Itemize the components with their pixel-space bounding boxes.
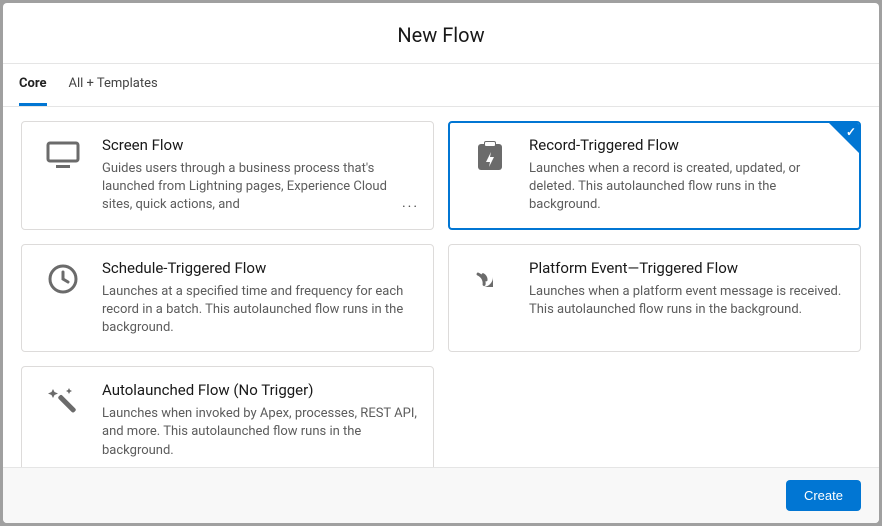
modal-header: New Flow — [3, 3, 879, 64]
card-screen-flow[interactable]: Screen Flow Guides users through a busin… — [21, 121, 434, 230]
card-schedule-title: Schedule-Triggered Flow — [102, 259, 417, 277]
modal-title: New Flow — [3, 23, 879, 47]
tab-core-label: Core — [19, 76, 47, 91]
card-screen-title: Screen Flow — [102, 136, 417, 154]
card-platform-desc: Launches when a platform event message i… — [529, 283, 844, 319]
card-schedule-triggered-flow[interactable]: Schedule-Triggered Flow Launches at a sp… — [21, 244, 434, 353]
card-record-title: Record-Triggered Flow — [529, 136, 844, 154]
content-area: Screen Flow Guides users through a busin… — [3, 107, 879, 467]
tab-bar: Core All + Templates — [3, 64, 879, 107]
modal-footer: Create — [3, 467, 879, 523]
card-platform-event-flow[interactable]: Platform Event—Triggered Flow Launches w… — [448, 244, 861, 353]
create-button[interactable]: Create — [786, 480, 861, 511]
card-schedule-desc: Launches at a specified time and frequen… — [102, 283, 417, 338]
create-button-label: Create — [804, 488, 843, 503]
card-autolaunched-flow[interactable]: Autolaunched Flow (No Trigger) Launches … — [21, 366, 434, 467]
wand-icon — [36, 381, 90, 417]
antenna-icon — [463, 259, 517, 293]
check-icon: ✓ — [846, 125, 856, 139]
card-platform-title: Platform Event—Triggered Flow — [529, 259, 844, 277]
clipboard-icon — [463, 136, 517, 172]
card-auto-desc: Launches when invoked by Apex, processes… — [102, 405, 417, 460]
card-screen-desc: Guides users through a business process … — [102, 160, 417, 215]
tab-core[interactable]: Core — [19, 64, 47, 106]
more-icon: ··· — [402, 199, 419, 215]
card-record-triggered-flow[interactable]: ✓ Record-Triggered Flow Launches when a … — [448, 121, 861, 230]
screen-icon — [36, 136, 90, 170]
tab-templates[interactable]: All + Templates — [69, 64, 158, 106]
clock-icon — [36, 259, 90, 295]
card-auto-title: Autolaunched Flow (No Trigger) — [102, 381, 417, 399]
card-record-desc: Launches when a record is created, updat… — [529, 160, 844, 215]
tab-templates-label: All + Templates — [69, 76, 158, 91]
flow-type-grid: Screen Flow Guides users through a busin… — [21, 121, 861, 467]
new-flow-modal: New Flow Core All + Templates Screen Flo… — [3, 3, 879, 523]
